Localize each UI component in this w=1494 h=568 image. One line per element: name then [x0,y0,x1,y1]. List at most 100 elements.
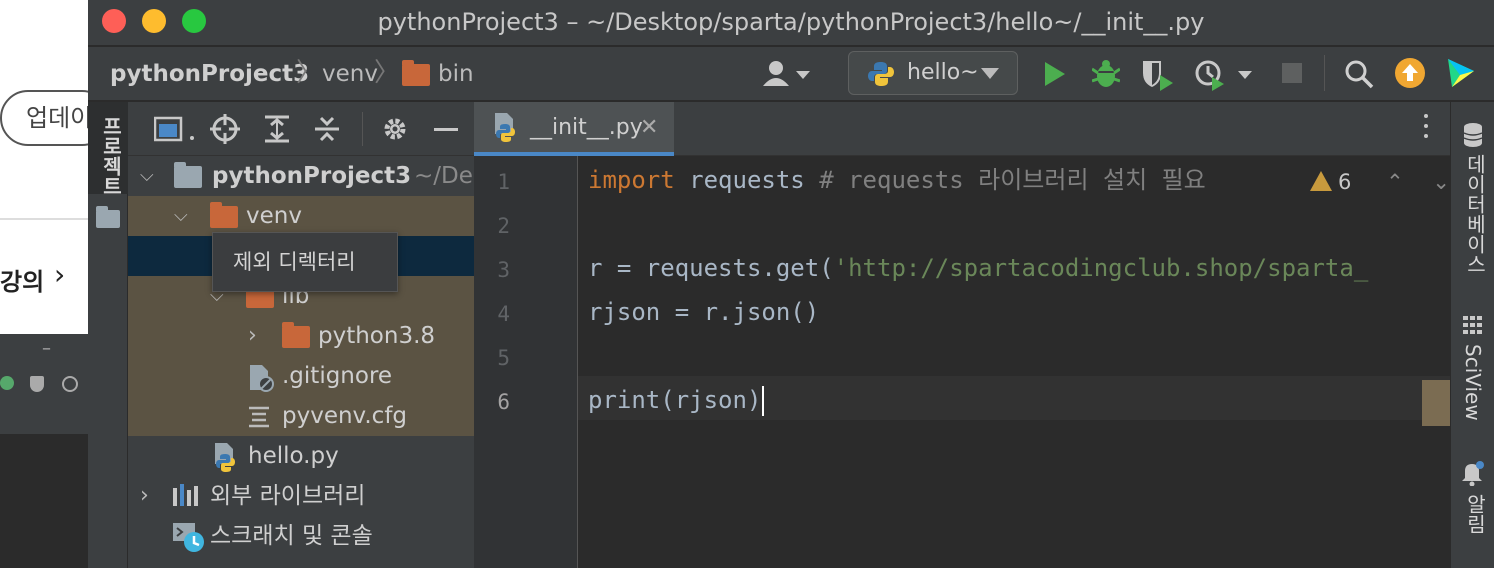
stop-icon[interactable] [1282,63,1302,83]
code-text: r = requests.get( [588,254,834,282]
python-icon [868,62,894,86]
background-update-button[interactable]: 업데이 [0,90,88,146]
code-text: print(rjson) [588,386,762,414]
minimize-icon[interactable]: – [42,338,51,359]
sciview-tool-label[interactable]: SciView [1461,344,1485,421]
tree-item-hello-py[interactable]: hello.py [128,436,474,476]
warning-count: 6 [1338,170,1352,194]
code-text-area[interactable]: import requests # requests 라이브러리 설치 필요 r… [578,156,1450,568]
tree-item-gitignore[interactable]: .gitignore [128,356,474,396]
run-icon[interactable] [1044,61,1066,87]
background-window: 업데이 강의 › – [0,0,88,568]
coverage-icon[interactable] [30,376,44,392]
code-line-3[interactable]: r = requests.get('http://spartacodingclu… [588,246,1368,290]
line-number: 1 [497,170,510,194]
breadcrumb-venv[interactable]: venv [322,47,378,101]
search-icon[interactable] [1344,59,1374,89]
line-number: 3 [497,258,510,282]
project-tool-tab[interactable]: 프로젝트 [88,102,128,196]
python-file-icon [215,443,235,472]
run-configuration-label: hello~ [907,60,979,85]
update-icon[interactable] [1394,57,1426,89]
tree-item-python3-8[interactable]: › python3.8 [128,316,474,356]
chevron-right-icon[interactable]: › [140,476,149,516]
folder-icon [174,162,202,188]
profile-icon[interactable] [1194,59,1254,91]
tree-item-label: python3.8 [318,323,436,349]
close-window-button[interactable] [102,9,126,33]
breadcrumb-bin[interactable]: bin [438,47,474,101]
breadcrumb-project[interactable]: pythonProject3 [110,47,309,101]
gear-icon[interactable] [382,116,408,142]
run-configuration-select[interactable]: hello~ [848,51,1018,95]
comment: # requests 라이브러리 설치 필요 [819,166,1206,194]
chevron-down-icon[interactable]: ⌵ [174,196,188,236]
identifier: requests [674,166,820,194]
tree-item-pyvenv-cfg[interactable]: pyvenv.cfg [128,396,474,436]
tree-item-label: hello.py [248,443,339,469]
maximize-window-button[interactable] [182,9,206,33]
toolbar-divider [1324,55,1325,91]
window-title: pythonProject3 – ~/Desktop/sparta/python… [377,8,1205,36]
toolbar-divider [362,112,363,146]
folder-icon [210,202,238,228]
profile-icon[interactable] [62,376,78,392]
debug-icon[interactable] [1092,59,1120,89]
warning-icon [1310,171,1332,191]
database-tool-label[interactable]: 데이터베이스 [1461,154,1490,274]
tree-item-venv[interactable]: ⌵ venv [128,196,474,236]
view-mode-icon[interactable] [154,116,198,142]
library-icon [173,484,198,506]
line-number: 2 [497,214,510,238]
keyword: import [588,166,675,194]
code-editor: __init__.py ✕ 1 2 3 4 5 6 import request… [474,102,1450,568]
notification-bell-icon[interactable] [1461,460,1485,486]
string-literal: 'http://spartacodingclub.shop/sparta_ [833,254,1369,282]
chevron-down-icon[interactable]: ⌄ [1432,170,1450,194]
sciview-icon[interactable] [1463,316,1483,334]
jetbrains-icon[interactable] [1446,57,1476,89]
database-icon[interactable] [1462,122,1484,148]
tree-item-scratches[interactable]: 스크래치 및 콘솔 [128,516,474,556]
divider [0,218,88,220]
project-toolbar [128,102,474,156]
editor-tab-bar: __init__.py ✕ [474,102,1450,156]
chevron-down-icon [981,68,999,79]
chevron-right-icon[interactable]: › [54,258,65,291]
python-file-icon [495,113,515,142]
scrollbar-marker[interactable] [1422,380,1450,426]
right-tool-strip: 데이터베이스 SciView 알림 [1450,102,1494,568]
tree-item-pythonProject3[interactable]: ⌵ pythonProject3 ~/De [128,156,474,196]
config-file-icon [249,406,269,428]
tab-label: __init__.py [530,115,643,140]
notifications-tool-label[interactable]: 알림 [1461,494,1490,534]
screen: 업데이 강의 › – pythonProject3 – ~/Desktop/sp… [0,0,1494,568]
warning-indicator[interactable]: 6 ⌃ ⌄ [1310,170,1450,194]
chevron-up-icon[interactable]: ⌃ [1386,170,1404,194]
tree-item-label: pythonProject3 [212,163,412,189]
collapse-all-icon[interactable] [314,115,340,143]
tree-item-label: pyvenv.cfg [282,403,408,429]
locate-icon[interactable] [210,114,240,144]
line-number: 4 [497,302,510,326]
close-icon[interactable]: ✕ [640,102,658,154]
debug-icon[interactable] [0,376,14,390]
code-line-6[interactable]: print(rjson) [588,378,765,422]
expand-all-icon[interactable] [264,115,290,143]
folder-icon [96,206,120,228]
more-options-icon[interactable] [1424,114,1428,144]
breadcrumb-separator: 〉 [374,58,401,88]
coverage-icon[interactable] [1140,59,1174,91]
code-line-4[interactable]: rjson = r.json() [588,290,819,334]
tab-init-py[interactable]: __init__.py ✕ [474,102,674,156]
hide-panel-icon[interactable] [434,128,458,131]
tooltip: 제외 디렉터리 [212,232,398,292]
user-icon[interactable] [762,60,812,88]
code-line-1[interactable]: import requests # requests 라이브러리 설치 필요 [588,158,1206,202]
chevron-right-icon[interactable]: › [248,316,257,356]
line-number: 5 [497,346,510,370]
tree-item-label: .gitignore [282,363,393,389]
tree-item-external-libraries[interactable]: › 외부 라이브러리 [128,476,474,516]
chevron-down-icon[interactable]: ⌵ [140,156,154,196]
minimize-window-button[interactable] [142,9,166,33]
